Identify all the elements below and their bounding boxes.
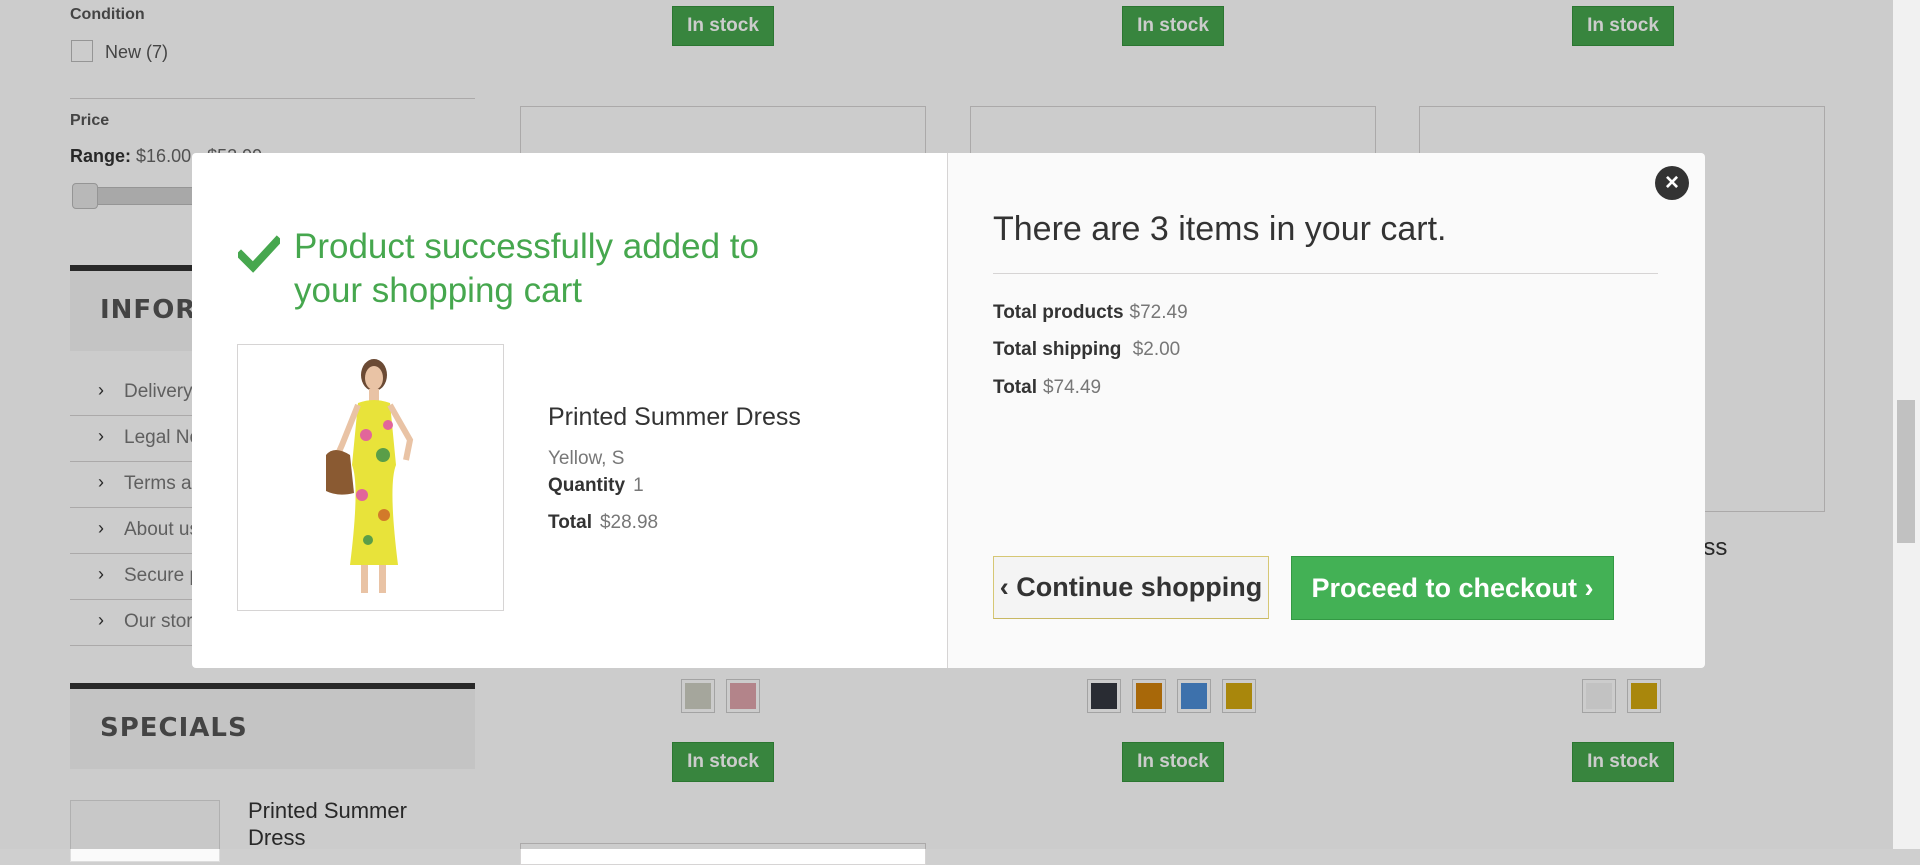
total-products-label: Total products (993, 302, 1124, 323)
continue-shopping-label[interactable]: Continue shopping (1016, 572, 1262, 602)
total-products-row: Total products $72.49 (993, 302, 1188, 324)
chevron-right-icon: › (1584, 573, 1594, 603)
proceed-to-checkout-label[interactable]: Proceed to checkout (1311, 573, 1577, 603)
scrollbar-thumb[interactable] (1897, 400, 1915, 543)
modal-product-total: Total $28.98 (548, 512, 658, 534)
close-icon[interactable]: × (1655, 166, 1689, 200)
dress-model-illustration (238, 345, 503, 610)
total-products-value: $72.49 (1129, 302, 1188, 323)
cart-total-value: $74.49 (1042, 377, 1102, 398)
modal-product-attributes: Yellow, S (548, 448, 625, 469)
modal-product-quantity: Quantity 1 (548, 475, 644, 497)
total-shipping-label: Total shipping (993, 339, 1122, 360)
continue-shopping-button[interactable]: ‹ Continue shopping (993, 556, 1269, 619)
quantity-label: Quantity (548, 475, 626, 496)
checkmark-icon (238, 235, 280, 273)
total-shipping-row: Total shipping $2.00 (993, 339, 1180, 361)
modal-product-name: Printed Summer Dress (548, 403, 801, 431)
product-image (237, 344, 504, 611)
modal-product-panel: Product successfully added to your shopp… (192, 153, 947, 668)
add-to-cart-modal: Product successfully added to your shopp… (192, 153, 1705, 668)
product-total-value: $28.98 (599, 512, 659, 533)
cart-item-count: There are 3 items in your cart. (993, 210, 1447, 248)
modal-cart-summary-panel: There are 3 items in your cart. Total pr… (947, 153, 1705, 668)
proceed-to-checkout-button[interactable]: Proceed to checkout › (1291, 556, 1614, 620)
cart-total-label: Total (993, 377, 1037, 398)
success-message: Product successfully added to your shopp… (294, 227, 759, 310)
product-total-label: Total (548, 512, 592, 533)
cart-total-row: Total $74.49 (993, 377, 1101, 399)
chevron-left-icon: ‹ (999, 572, 1009, 602)
quantity-value: 1 (633, 475, 644, 496)
summary-divider (993, 273, 1658, 274)
total-shipping-value: $2.00 (1132, 339, 1181, 360)
